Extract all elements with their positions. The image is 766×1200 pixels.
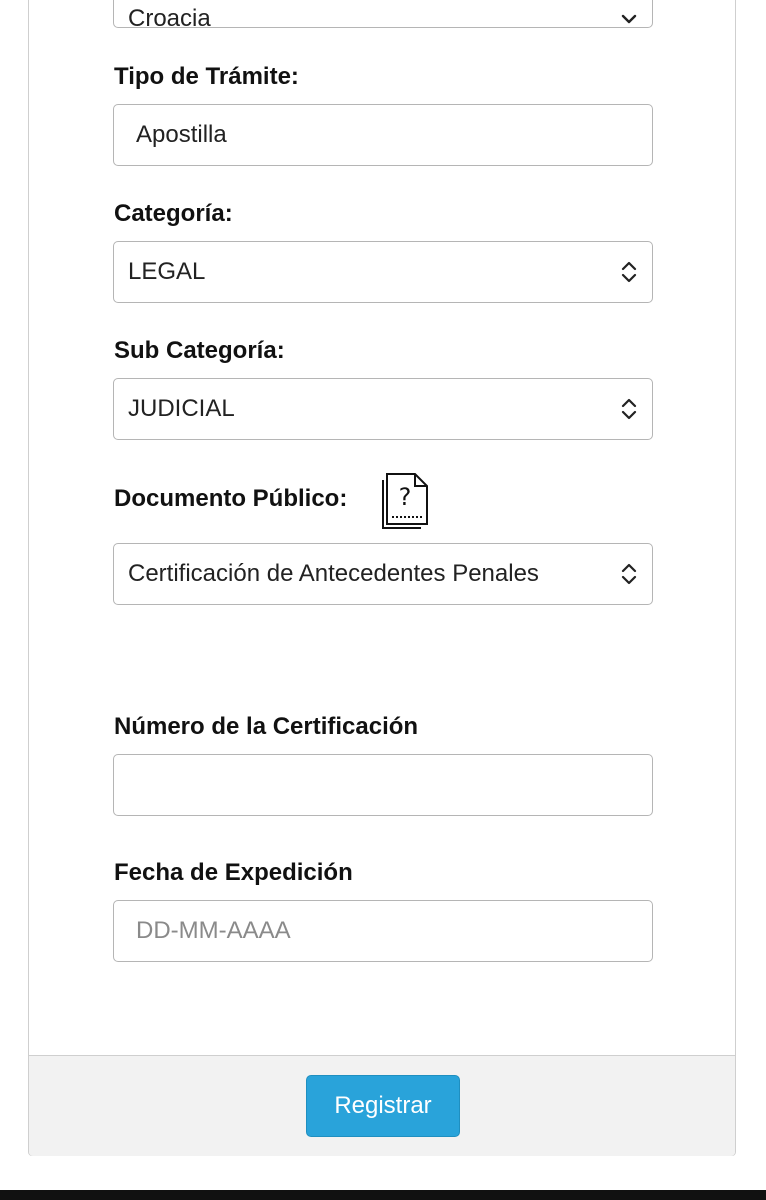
fecha-input[interactable] <box>113 900 653 962</box>
svg-text:?: ? <box>399 483 412 511</box>
select-arrows-icon <box>621 398 637 420</box>
country-select-value: Croacia <box>128 5 211 32</box>
tramite-input[interactable] <box>113 104 653 166</box>
country-select[interactable]: Croacia <box>113 0 653 32</box>
select-arrows-icon <box>621 261 637 283</box>
tramite-label: Tipo de Trámite: <box>114 63 299 90</box>
categoria-select[interactable]: LEGAL <box>113 241 653 303</box>
chevron-down-icon <box>621 14 637 24</box>
numero-input[interactable] <box>113 754 653 816</box>
subcategoria-label: Sub Categoría: <box>114 337 285 364</box>
subcategoria-select-value: JUDICIAL <box>128 395 235 422</box>
documento-label: Documento Público: <box>114 485 348 512</box>
categoria-label: Categoría: <box>114 200 233 227</box>
numero-label: Número de la Certificación <box>114 713 419 740</box>
bottom-bar <box>0 1190 766 1200</box>
documento-select-value: Certificación de Antecedentes Penales <box>128 560 539 587</box>
fecha-label: Fecha de Expedición <box>114 859 353 886</box>
registrar-button[interactable]: Registrar <box>306 1075 460 1137</box>
subcategoria-select[interactable]: JUDICIAL <box>113 378 653 440</box>
document-question-icon[interactable]: ? <box>380 472 430 530</box>
documento-select[interactable]: Certificación de Antecedentes Penales <box>113 543 653 605</box>
select-arrows-icon <box>621 563 637 585</box>
categoria-select-value: LEGAL <box>128 258 206 285</box>
